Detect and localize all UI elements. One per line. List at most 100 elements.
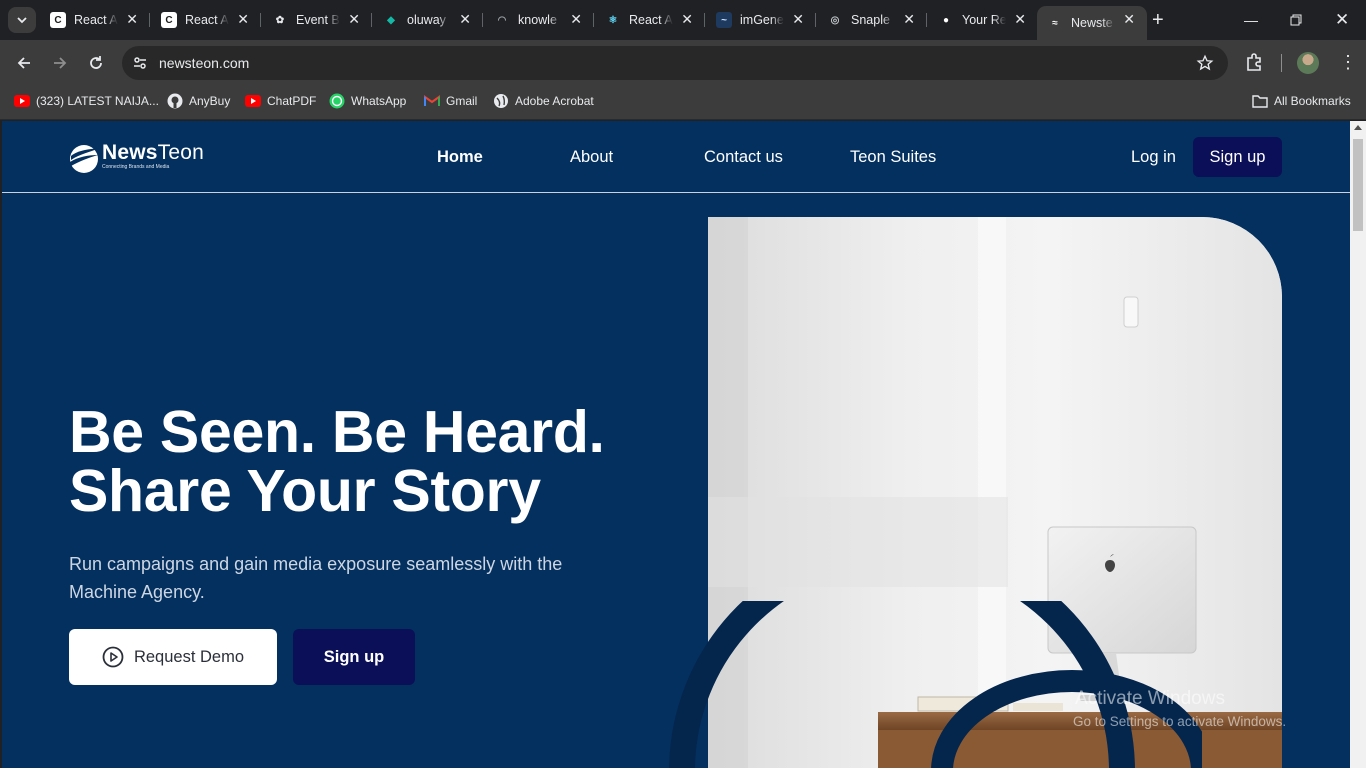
request-demo-label: Request Demo (133, 647, 245, 666)
waveform-icon: ~ (716, 12, 732, 28)
browser-tab[interactable]: ~ imGene ✕ (706, 6, 816, 34)
tab-separator (149, 13, 150, 27)
all-bookmarks-button[interactable]: All Bookmarks (1252, 93, 1351, 109)
tab-title: React A (74, 13, 118, 27)
new-tab-button[interactable]: + (1152, 10, 1164, 30)
tab-separator (926, 13, 927, 27)
tab-title: oluway (407, 13, 446, 27)
globe-icon: ◎ (830, 14, 840, 26)
github-icon (167, 93, 183, 109)
menu-kebab-icon[interactable]: ⋮ (1339, 52, 1357, 72)
tab-close-icon[interactable]: ✕ (1014, 11, 1026, 28)
browser-tab-strip: C React A ✕ C React A ✕ ✿ Event B ✕ ◆ oluway ✕ ◠ know… (0, 0, 1366, 40)
minimize-icon[interactable]: — (1244, 12, 1258, 28)
tab-close-icon[interactable]: ✕ (1123, 11, 1135, 28)
login-link[interactable]: Log in (1131, 148, 1176, 167)
react-icon: ⚛ (608, 14, 618, 26)
scroll-up-arrow-icon[interactable] (1354, 125, 1362, 130)
tab-title: Event B (296, 13, 340, 27)
bookmark-label: (323) LATEST NAIJA... (36, 94, 159, 108)
newsteon-logo[interactable]: NewsTeon Connecting Brands and Media (68, 142, 204, 174)
bookmark-label: ChatPDF (267, 94, 317, 108)
tab-title: React A (185, 13, 229, 27)
bookmark-label: Gmail (446, 94, 478, 108)
newsteon-icon: ≈ (1052, 17, 1058, 29)
tab-close-icon[interactable]: ✕ (237, 11, 249, 28)
bookmark-item[interactable]: ChatPDF (245, 93, 316, 109)
newsteon-logo-icon (70, 145, 100, 173)
tab-title: knowle (518, 13, 557, 27)
header-signup-button[interactable]: Sign up (1193, 137, 1282, 177)
tab-title: Newste (1071, 16, 1113, 30)
page-scrollbar[interactable] (1350, 121, 1366, 768)
browser-tab[interactable]: ◎ Snaple ✕ (817, 6, 927, 34)
bookmark-item[interactable]: Gmail (424, 93, 477, 109)
web-page: NewsTeon Connecting Brands and Media Hom… (2, 121, 1350, 768)
forward-button[interactable] (49, 52, 71, 74)
nav-about-link[interactable]: About (570, 148, 613, 167)
close-window-icon[interactable]: ✕ (1335, 10, 1349, 30)
url-text[interactable]: newsteon.com (159, 55, 249, 71)
scrollbar-thumb[interactable] (1353, 139, 1363, 231)
back-button[interactable] (13, 52, 35, 74)
hero-title-line1: Be Seen. Be Heard. (69, 399, 605, 465)
tab-close-icon[interactable]: ✕ (681, 11, 693, 28)
bookmark-item[interactable]: WhatsApp (329, 93, 406, 109)
bookmark-label: WhatsApp (351, 94, 407, 108)
tab-close-icon[interactable]: ✕ (903, 11, 915, 28)
reload-icon (90, 56, 102, 69)
nav-teon-suites-link[interactable]: Teon Suites (850, 148, 936, 167)
address-bar[interactable]: newsteon.com (122, 46, 1228, 80)
bookmarks-bar: (323) LATEST NAIJA... AnyBuy ChatPDF WhatsA… (0, 86, 1366, 120)
hero-subtitle: Run campaigns and gain media exposure se… (69, 554, 563, 602)
folder-icon (1252, 93, 1268, 109)
browser-tab[interactable]: ◆ oluway ✕ (373, 6, 483, 34)
browser-tab[interactable]: ⚛ React A ✕ (595, 6, 705, 34)
reload-button[interactable] (85, 52, 107, 74)
browser-tab[interactable]: ≈ Newste ✕ (1037, 6, 1147, 40)
youtube-icon (14, 93, 30, 109)
tab-separator (260, 13, 261, 27)
bookmark-star-icon[interactable] (1196, 54, 1214, 72)
browser-tab[interactable]: ✿ Event B ✕ (262, 6, 372, 34)
nav-contact-link[interactable]: Contact us (704, 148, 783, 167)
activate-windows-title: Activate Windows (1075, 688, 1225, 709)
tab-search-button[interactable] (8, 7, 36, 33)
extensions-icon[interactable] (1244, 52, 1264, 77)
bookmark-label: Adobe Acrobat (515, 94, 594, 108)
chevron-down-icon (17, 16, 27, 23)
restore-icon[interactable] (1290, 13, 1302, 29)
browser-tab[interactable]: ◠ knowle ✕ (484, 6, 594, 34)
tab-separator (815, 13, 816, 27)
tab-close-icon[interactable]: ✕ (459, 11, 471, 28)
toolbar-divider (1281, 54, 1282, 72)
site-settings-icon[interactable] (132, 55, 148, 71)
whatsapp-icon (329, 93, 345, 109)
browser-tab[interactable]: ● Your Re ✕ (928, 6, 1038, 34)
tab-close-icon[interactable]: ✕ (570, 11, 582, 28)
request-demo-button[interactable]: Request Demo (69, 629, 277, 685)
diamond-icon: ◆ (387, 14, 395, 26)
arrow-left-icon (17, 57, 30, 69)
tab-close-icon[interactable]: ✕ (792, 11, 804, 28)
tab-separator (371, 13, 372, 27)
bookmark-item[interactable]: AnyBuy (167, 93, 230, 109)
hero-signup-button[interactable]: Sign up (293, 629, 415, 685)
nav-home-link[interactable]: Home (437, 148, 483, 167)
browser-tab[interactable]: C React A ✕ (40, 6, 150, 34)
bookmark-item[interactable]: Adobe Acrobat (493, 93, 594, 109)
tab-close-icon[interactable]: ✕ (348, 11, 360, 28)
bookmark-item[interactable]: (323) LATEST NAIJA... (14, 93, 159, 109)
arrow-right-icon (54, 57, 67, 69)
profile-avatar[interactable] (1297, 52, 1319, 74)
browser-tab[interactable]: C React A ✕ (151, 6, 261, 34)
tab-title: Your Re (962, 13, 1006, 27)
react-app-icon: C (161, 12, 177, 28)
hero-title: Be Seen. Be Heard. Share Your Story (69, 403, 605, 521)
loading-spinner-icon: ◠ (497, 14, 507, 26)
all-bookmarks-label: All Bookmarks (1274, 94, 1351, 108)
tab-close-icon[interactable]: ✕ (126, 11, 138, 28)
activate-windows-subtitle: Go to Settings to activate Windows. (1073, 714, 1287, 729)
browser-toolbar: newsteon.com ⋮ (0, 40, 1366, 86)
tab-separator (704, 13, 705, 27)
